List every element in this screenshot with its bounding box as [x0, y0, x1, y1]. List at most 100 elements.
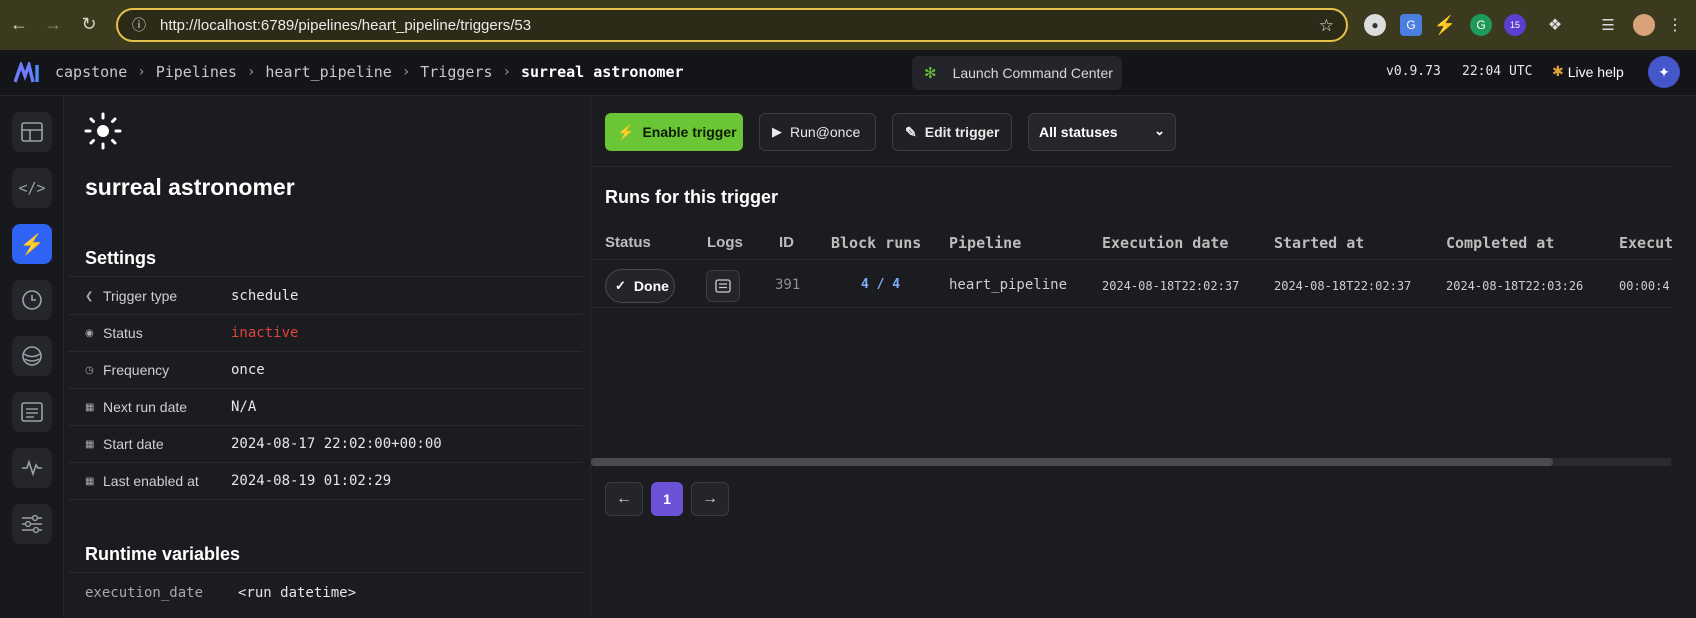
user-avatar[interactable]: ✦: [1648, 56, 1680, 88]
execution-date: 2024-08-18T22:02:37: [1102, 279, 1240, 293]
toggle-icon: ◉: [85, 327, 94, 339]
setting-label: Next run date: [103, 399, 188, 415]
nav-dashboard-icon[interactable]: [12, 112, 52, 152]
setting-row-next-run-date: ▦ Next run date N/A: [68, 389, 582, 426]
setting-value: N/A: [231, 399, 257, 415]
url-text: http://localhost:6789/pipelines/heart_pi…: [160, 16, 532, 34]
column-header-execution-time: Execut: [1619, 234, 1674, 252]
nav-runs-clock-icon[interactable]: [12, 280, 52, 320]
lightning-extension-icon[interactable]: ⚡: [1434, 14, 1456, 36]
calendar-icon: ▦: [85, 475, 95, 487]
nav-code-icon[interactable]: </>: [12, 168, 52, 208]
logs-button[interactable]: [706, 270, 740, 302]
nav-monitor-icon[interactable]: [12, 448, 52, 488]
column-header-pipeline: Pipeline: [949, 234, 1022, 252]
setting-row-last-enabled: ▦ Last enabled at 2024-08-19 01:02:29: [68, 463, 582, 500]
share-icon: ❮: [85, 290, 94, 302]
time-label: 22:04 UTC: [1462, 64, 1533, 79]
status-filter-value: All statuses: [1039, 124, 1118, 140]
column-header-block-runs: Block runs: [831, 234, 922, 252]
setting-label: Last enabled at: [103, 473, 199, 489]
run-once-button[interactable]: ▶ Run@once: [759, 113, 876, 151]
run-once-label: Run@once: [790, 124, 861, 140]
breadcrumb-triggers[interactable]: Triggers: [420, 63, 492, 81]
runs-heading: Runs for this trigger: [605, 187, 779, 207]
lightning-icon: ⚡: [617, 123, 635, 140]
clock-icon: ◷: [85, 364, 94, 376]
nav-backfills-icon[interactable]: [12, 336, 52, 376]
runtime-variable-name: execution_date: [85, 585, 204, 601]
live-help-button[interactable]: ✱ Live help: [1552, 63, 1624, 80]
logs-icon: [715, 279, 731, 293]
trigger-runs-panel: ⚡ Enable trigger ▶ Run@once ✎ Edit trigg…: [590, 96, 1674, 618]
reload-icon[interactable]: ↻: [78, 13, 100, 35]
status-filter-select[interactable]: All statuses ⌄: [1028, 113, 1176, 151]
column-header-id: ID: [779, 234, 794, 251]
column-header-logs: Logs: [707, 234, 743, 251]
status-badge-done[interactable]: ✓ Done: [605, 269, 675, 303]
calendar-icon: ▦: [85, 438, 95, 450]
setting-row-frequency: ◷ Frequency once: [68, 352, 582, 389]
breadcrumb-project[interactable]: capstone: [55, 63, 127, 81]
bookmark-star-icon[interactable]: ☆: [1319, 16, 1334, 36]
nav-triggers-icon[interactable]: ⚡: [12, 224, 52, 264]
breadcrumb-pipeline[interactable]: heart_pipeline: [265, 63, 391, 81]
slack-icon: ✱: [1552, 63, 1564, 79]
previous-page-button[interactable]: ←: [605, 482, 643, 516]
navigation-rail: </> ⚡: [0, 96, 64, 618]
breadcrumb: capstone › Pipelines › heart_pipeline › …: [55, 63, 684, 81]
setting-row-status: ◉ Status inactive: [68, 315, 582, 352]
edit-trigger-button[interactable]: ✎ Edit trigger: [892, 113, 1012, 151]
nav-logs-icon[interactable]: [12, 392, 52, 432]
edit-trigger-label: Edit trigger: [924, 124, 1000, 140]
grammarly-extension-icon[interactable]: G: [1470, 14, 1492, 36]
command-center-label: Launch Command Center: [952, 65, 1113, 81]
extensions-puzzle-icon[interactable]: ❖: [1544, 14, 1566, 36]
address-bar[interactable]: ⓘ http://localhost:6789/pipelines/heart_…: [116, 8, 1348, 42]
setting-label: Frequency: [103, 362, 170, 378]
back-icon[interactable]: ←: [8, 13, 30, 35]
site-info-icon[interactable]: ⓘ: [132, 15, 146, 35]
column-header-started-at: Started at: [1274, 234, 1365, 252]
next-page-button[interactable]: →: [691, 482, 729, 516]
setting-row-start-date: ▦ Start date 2024-08-17 22:02:00+00:00: [68, 426, 582, 463]
live-help-label: Live help: [1567, 63, 1624, 80]
extension-badge-icon[interactable]: 15: [1504, 14, 1526, 36]
breadcrumb-chevron-icon: ›: [246, 64, 256, 80]
setting-label: Start date: [103, 436, 164, 452]
execution-time: 00:00:4: [1619, 279, 1670, 293]
arrow-left-icon: ←: [616, 490, 632, 507]
nav-settings-sliders-icon[interactable]: [12, 504, 52, 544]
forward-icon[interactable]: →: [42, 13, 64, 35]
block-runs-link[interactable]: 4 / 4: [861, 277, 900, 292]
runtime-variables-heading: Runtime variables: [85, 544, 241, 564]
horizontal-scrollbar-thumb[interactable]: [591, 458, 1553, 466]
runs-table-header: Status Logs ID Block runs Pipeline Execu…: [591, 228, 1674, 260]
breadcrumb-chevron-icon: ›: [502, 64, 511, 80]
extension-icon-1[interactable]: ●: [1364, 14, 1386, 36]
mage-logo[interactable]: [13, 59, 40, 89]
chevron-down-icon: ⌄: [1154, 123, 1165, 138]
launch-command-center-button[interactable]: ✻ Launch Command Center: [912, 56, 1122, 90]
column-header-status: Status: [605, 234, 651, 251]
browser-menu-icon[interactable]: ⋮: [1664, 14, 1686, 36]
status-label: Done: [633, 278, 669, 294]
calendar-icon: ▦: [85, 401, 95, 413]
setting-label: Status: [103, 325, 143, 341]
started-at: 2024-08-18T22:02:37: [1274, 279, 1412, 293]
trigger-detail-panel: surreal astronomer Settings ❮ Trigger ty…: [68, 96, 582, 618]
profile-avatar[interactable]: [1633, 14, 1655, 36]
enable-trigger-button[interactable]: ⚡ Enable trigger: [605, 113, 743, 151]
schedule-sun-icon: [84, 112, 122, 155]
enable-trigger-label: Enable trigger: [642, 124, 737, 140]
setting-value: once: [231, 362, 265, 378]
translate-extension-icon[interactable]: G: [1400, 14, 1422, 36]
version-label: v0.9.73: [1386, 64, 1441, 79]
settings-heading: Settings: [85, 248, 157, 268]
media-controls-icon[interactable]: ☰: [1597, 14, 1619, 36]
setting-value: 2024-08-17 22:02:00+00:00: [231, 436, 442, 452]
page-1-button[interactable]: 1: [651, 482, 683, 516]
breadcrumb-pipelines[interactable]: Pipelines: [156, 63, 237, 81]
runtime-variable-value: <run datetime>: [238, 585, 357, 601]
table-row[interactable]: ✓ Done 391 4 / 4 heart_pipeline 2024-08-…: [591, 264, 1671, 308]
